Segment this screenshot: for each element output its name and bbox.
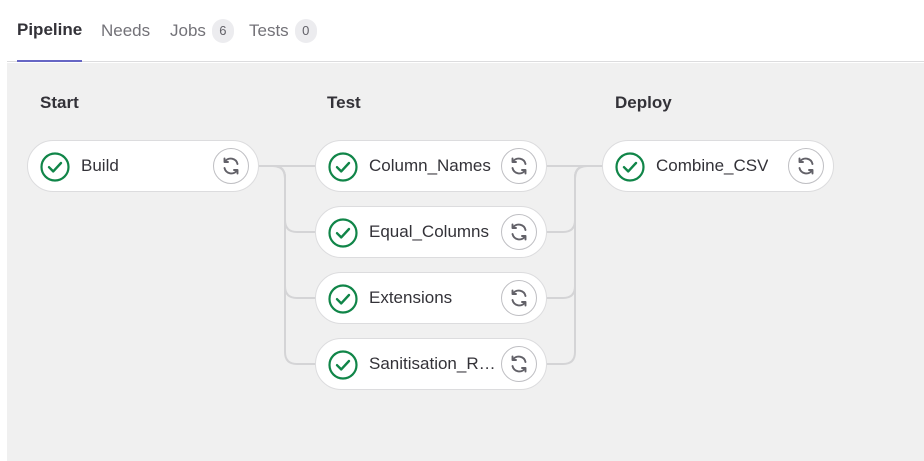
- retry-button[interactable]: [501, 214, 537, 250]
- check-circle-icon: [328, 218, 358, 248]
- jobs-count-badge: 6: [211, 19, 234, 43]
- retry-icon: [511, 223, 527, 241]
- tab-jobs-label: Jobs: [170, 21, 206, 40]
- job-name: Combine_CSV: [656, 156, 769, 175]
- pipeline-tabs: Pipeline Needs Jobs 6 Tests 0: [7, 0, 924, 62]
- stage-title-start: Start: [40, 93, 79, 112]
- retry-button[interactable]: [501, 148, 537, 184]
- retry-button[interactable]: [501, 280, 537, 316]
- tab-jobs[interactable]: Jobs 6: [170, 0, 234, 62]
- retry-icon: [511, 289, 527, 307]
- job-column-names[interactable]: Column_Names: [315, 140, 547, 192]
- job-build[interactable]: Build: [27, 140, 259, 192]
- tests-count-badge: 0: [294, 19, 317, 43]
- retry-icon: [511, 355, 527, 373]
- check-circle-icon: [328, 350, 358, 380]
- tab-tests[interactable]: Tests 0: [249, 0, 317, 62]
- retry-button[interactable]: [788, 148, 824, 184]
- check-circle-icon: [328, 152, 358, 182]
- retry-button[interactable]: [501, 346, 537, 382]
- retry-icon: [798, 157, 814, 175]
- job-dependency-links: [259, 165, 602, 365]
- tab-pipeline[interactable]: Pipeline: [17, 0, 83, 62]
- stage-title-deploy: Deploy: [615, 93, 672, 112]
- retry-icon: [511, 157, 527, 175]
- retry-icon: [223, 157, 239, 175]
- job-name: Extensions: [369, 288, 453, 307]
- tab-pipeline-label: Pipeline: [17, 20, 83, 39]
- job-name: Sanitisation_Re...: [369, 354, 499, 373]
- check-circle-icon: [328, 284, 358, 314]
- retry-button[interactable]: [213, 148, 249, 184]
- job-name: Build: [81, 156, 119, 175]
- job-extensions[interactable]: Extensions: [315, 272, 547, 324]
- job-name: Equal_Columns: [369, 222, 490, 241]
- check-circle-icon: [40, 152, 70, 182]
- job-sanitisation[interactable]: Sanitisation_Re...: [315, 338, 547, 390]
- stage-title-test: Test: [327, 93, 361, 112]
- tab-tests-label: Tests: [249, 21, 289, 40]
- job-equal-columns[interactable]: Equal_Columns: [315, 206, 547, 258]
- tab-needs[interactable]: Needs: [101, 0, 150, 62]
- job-combine-csv[interactable]: Combine_CSV: [602, 140, 834, 192]
- job-name: Column_Names: [369, 156, 491, 175]
- check-circle-icon: [615, 152, 645, 182]
- tab-needs-label: Needs: [101, 21, 151, 40]
- pipeline-graph: Start Test Deploy Build Column_Names Equ…: [7, 63, 924, 461]
